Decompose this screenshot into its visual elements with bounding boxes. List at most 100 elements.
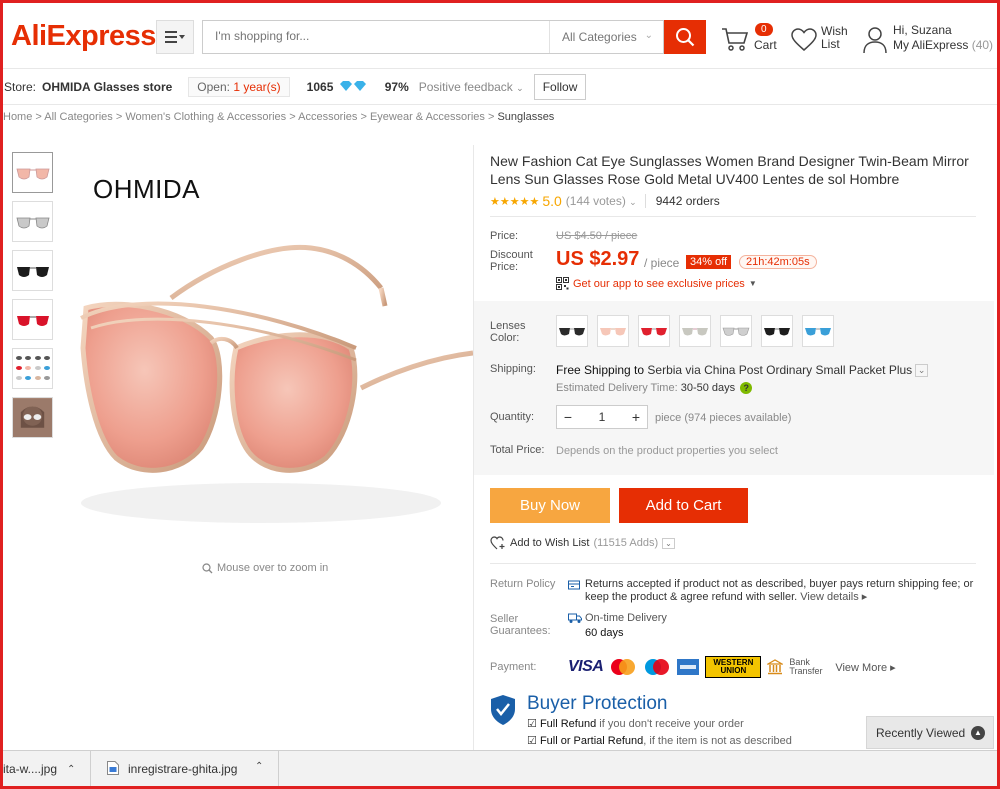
recently-viewed-button[interactable]: Recently Viewed ▲ xyxy=(866,716,994,749)
shipping-label: Shipping: xyxy=(490,363,536,375)
help-icon[interactable]: ? xyxy=(740,382,753,395)
search-input[interactable] xyxy=(215,29,535,43)
thumbnail-5[interactable] xyxy=(12,348,53,389)
wish-list-link[interactable]: Wish List xyxy=(791,24,855,56)
cart-icon xyxy=(722,28,749,51)
download-item-2[interactable]: inregistrare-ghita.jpg ⌃ xyxy=(95,751,279,787)
return-box-icon xyxy=(568,580,580,590)
store-open-badge: Open: 1 year(s) xyxy=(188,76,290,97)
western-union-logo: WESTERN UNION xyxy=(705,656,762,678)
search-box: All Categories ⌄ xyxy=(202,20,664,54)
sunglasses-icon xyxy=(682,328,708,336)
cart-count-badge: 0 xyxy=(755,23,773,36)
download-filename: ita-w....jpg xyxy=(3,762,58,776)
sunglasses-red-thumbnail xyxy=(16,315,49,326)
lens-swatch-7[interactable] xyxy=(802,315,834,347)
product-title: New Fashion Cat Eye Sunglasses Women Bra… xyxy=(490,153,969,187)
search-button[interactable] xyxy=(664,20,706,54)
image-thumbnails xyxy=(12,152,54,446)
lens-swatch-1[interactable] xyxy=(556,315,588,347)
lens-swatch-6[interactable] xyxy=(761,315,793,347)
chevron-up-icon[interactable]: ⌃ xyxy=(255,761,263,772)
store-bar: Store: OHMIDA Glasses store Open: 1 year… xyxy=(3,69,997,105)
maestro-icon xyxy=(645,659,670,675)
breadcrumb-home[interactable]: Home xyxy=(3,111,32,123)
breadcrumb-womens-clothing[interactable]: Women's Clothing & Accessories xyxy=(125,111,286,123)
heart-plus-icon xyxy=(490,536,505,550)
sunglasses-silver-thumbnail xyxy=(15,217,50,228)
thumbnail-6[interactable] xyxy=(12,397,53,438)
lens-swatch-5[interactable] xyxy=(720,315,752,347)
hamburger-icon xyxy=(165,31,185,43)
amex-icon xyxy=(677,659,700,675)
category-select[interactable]: All Categories ⌄ xyxy=(549,21,663,53)
feedback-percent: 97% xyxy=(384,79,409,94)
view-more-payments-link[interactable]: View More ▸ xyxy=(835,661,895,674)
protection-item-partial-refund: ☑ Full or Partial Refund, if the item is… xyxy=(527,735,792,747)
sunglasses-icon xyxy=(559,328,585,336)
store-label: Store: xyxy=(4,79,37,94)
quantity-input[interactable]: 1 xyxy=(579,410,625,424)
lens-color-label: Lenses Color: xyxy=(490,320,526,344)
countdown-timer: 21h:42m:05s xyxy=(739,255,817,269)
aliexpress-logo[interactable]: AliExpress™ xyxy=(11,20,165,53)
discount-badge: 34% off xyxy=(686,255,732,269)
app-promo-link[interactable]: Get our app to see exclusive prices ▼ xyxy=(556,277,757,290)
lens-color-swatches xyxy=(556,315,834,347)
buyer-protection-title: Buyer Protection xyxy=(527,693,668,714)
sunglasses-icon xyxy=(722,327,750,336)
store-name-link[interactable]: OHMIDA Glasses store xyxy=(42,80,172,94)
model-photo-thumbnail xyxy=(13,398,52,437)
decrease-quantity-button[interactable]: − xyxy=(557,406,579,428)
my-aliexpress-link[interactable]: My AliExpress (40) xyxy=(893,38,993,52)
browser-download-bar: ita-w....jpg ⌃ inregistrare-ghita.jpg ⌃ xyxy=(3,750,997,787)
account-menu[interactable]: Hi, Suzana My AliExpress (40) xyxy=(863,23,993,57)
view-details-link[interactable]: View details ▸ xyxy=(800,591,867,603)
add-to-wishlist-link[interactable]: Add to Wish List (11515 Adds) ⌄ xyxy=(490,536,675,550)
return-policy-text: Returns accepted if product not as descr… xyxy=(585,578,974,603)
download-item-1[interactable]: ita-w....jpg ⌃ xyxy=(3,751,91,787)
buy-now-button[interactable]: Buy Now xyxy=(490,488,610,523)
rating-value: 5.0 xyxy=(542,193,562,209)
site-header: AliExpress™ All Categories ⌄ 0 Cart Wish… xyxy=(3,3,997,69)
breadcrumb-accessories[interactable]: Accessories xyxy=(298,111,357,123)
checkbox-icon: ☑ xyxy=(527,735,537,747)
thumbnail-4[interactable] xyxy=(12,299,53,340)
cart-link[interactable]: 0 Cart xyxy=(721,23,781,55)
star-rating-icon: ★★★★★ xyxy=(490,195,540,208)
thumbnail-2[interactable] xyxy=(12,201,53,242)
category-menu-button[interactable] xyxy=(156,20,194,54)
product-properties-panel: Lenses Color: Shipping: Free Shipping to… xyxy=(474,301,994,475)
increase-quantity-button[interactable]: + xyxy=(625,406,647,428)
lens-swatch-2[interactable] xyxy=(597,315,629,347)
thumbnail-3[interactable] xyxy=(12,250,53,291)
shipping-selector[interactable]: Free Shipping to Serbia via China Post O… xyxy=(556,363,929,378)
chevron-up-icon[interactable]: ⌃ xyxy=(67,764,75,775)
chevron-down-icon: ⌄ xyxy=(915,364,929,378)
wish-list-label: Wish List xyxy=(821,24,848,51)
delivery-truck-icon xyxy=(568,613,582,623)
chevron-down-icon: ⌄ xyxy=(516,82,524,93)
on-time-delivery-text: On-time Delivery xyxy=(585,612,667,624)
lens-swatch-4[interactable] xyxy=(679,315,711,347)
original-price: US $4.50 / piece xyxy=(556,230,638,242)
positive-feedback-dropdown[interactable]: Positive feedback ⌄ xyxy=(419,80,524,94)
add-to-cart-button[interactable]: Add to Cart xyxy=(619,488,748,523)
follow-button[interactable]: Follow xyxy=(533,73,587,100)
main-product-image[interactable] xyxy=(61,148,474,558)
lens-swatch-3[interactable] xyxy=(638,315,670,347)
store-score[interactable]: 1065 xyxy=(307,80,367,94)
quantity-label: Quantity: xyxy=(490,411,535,423)
total-price-value: Depends on the product properties you se… xyxy=(556,445,778,457)
thumbnail-1[interactable] xyxy=(12,152,53,193)
chevron-down-icon: ⌄ xyxy=(644,30,653,41)
votes-dropdown[interactable]: (144 votes) ⌄ xyxy=(566,194,637,208)
chevron-up-icon: ▲ xyxy=(971,726,985,740)
user-icon xyxy=(863,27,887,54)
payment-methods: VISA WESTERN UNION Bank Transfer View Mo… xyxy=(568,656,896,678)
discount-price: US $2.97 xyxy=(556,248,640,270)
breadcrumb-eyewear[interactable]: Eyewear & Accessories xyxy=(370,111,485,123)
breadcrumb-all-categories[interactable]: All Categories xyxy=(44,111,112,123)
breadcrumb: Home > All Categories > Women's Clothing… xyxy=(3,111,555,123)
download-filename: inregistrare-ghita.jpg xyxy=(128,762,238,776)
